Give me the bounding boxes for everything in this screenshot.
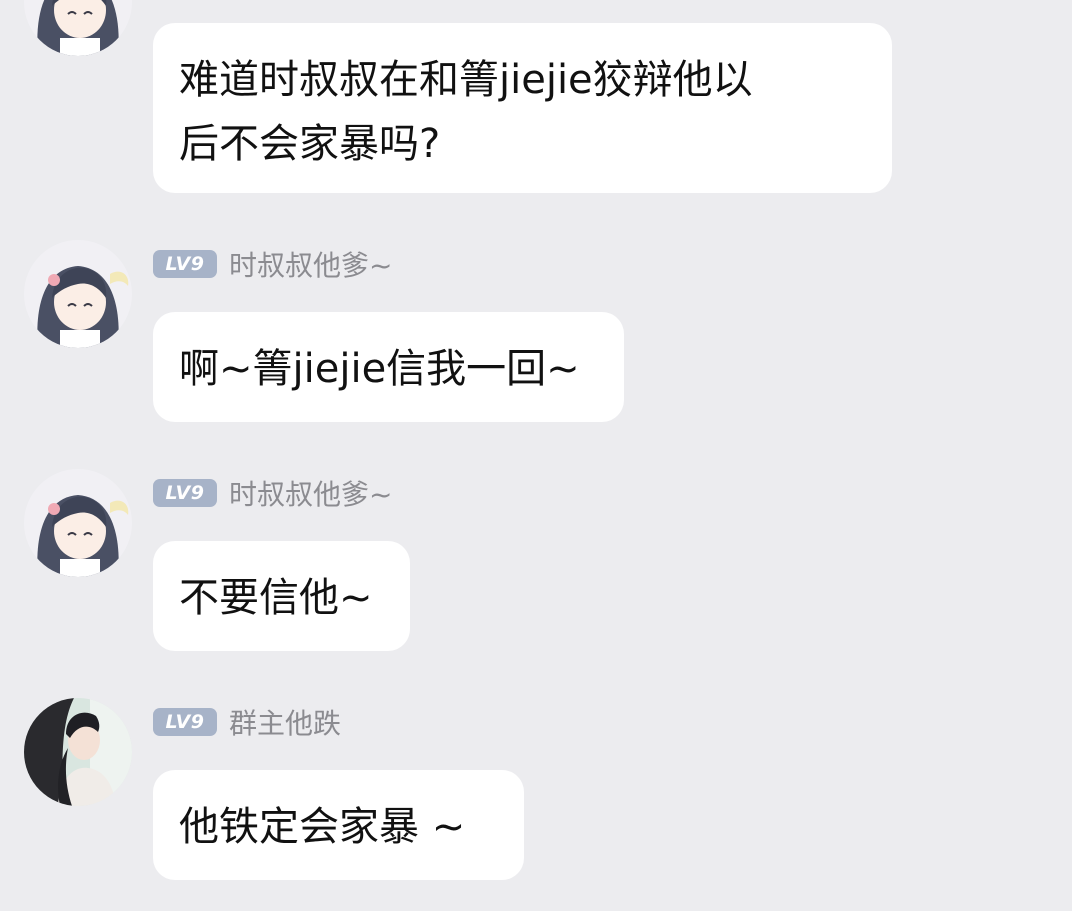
anime-girl-avatar-icon: [24, 469, 132, 577]
message-text-line: 他铁定会家暴 ~: [179, 804, 466, 850]
sender-nickname[interactable]: 时叔叔他爹~: [229, 244, 392, 284]
sender-avatar[interactable]: [24, 469, 132, 577]
sender-avatar[interactable]: [24, 240, 132, 348]
message-bubble[interactable]: 难道时叔叔在和箐jiejie狡辩他以 后不会家暴吗?: [153, 23, 892, 193]
level-badge: LV9: [153, 708, 217, 736]
message-bubble[interactable]: 不要信他~: [153, 541, 410, 651]
message-header: LV9 时叔叔他爹~: [153, 248, 392, 282]
message-text-line: 难道时叔叔在和箐jiejie狡辩他以: [179, 57, 753, 103]
sender-nickname[interactable]: 群主他跌: [229, 702, 341, 742]
chat-view: 难道时叔叔在和箐jiejie狡辩他以 后不会家暴吗? LV9 时叔叔他爹~ 啊~…: [0, 0, 1072, 911]
sender-avatar[interactable]: [24, 698, 132, 806]
message-header: LV9 群主他跌: [153, 706, 341, 740]
sender-nickname[interactable]: 时叔叔他爹~: [229, 473, 392, 513]
anime-girl-avatar-icon: [24, 240, 132, 348]
sender-avatar[interactable]: [24, 0, 132, 56]
message-text-line: 不要信他~: [179, 575, 373, 621]
photo-girl-avatar-icon: [24, 698, 132, 806]
anime-girl-avatar-icon: [24, 0, 132, 56]
message-bubble[interactable]: 他铁定会家暴 ~: [153, 770, 524, 880]
message-bubble[interactable]: 啊~箐jiejie信我一回~: [153, 312, 624, 422]
message-text-line: 后不会家暴吗?: [179, 121, 441, 167]
level-badge: LV9: [153, 250, 217, 278]
level-badge: LV9: [153, 479, 217, 507]
message-header: LV9 时叔叔他爹~: [153, 477, 392, 511]
message-text-line: 啊~箐jiejie信我一回~: [179, 346, 580, 392]
